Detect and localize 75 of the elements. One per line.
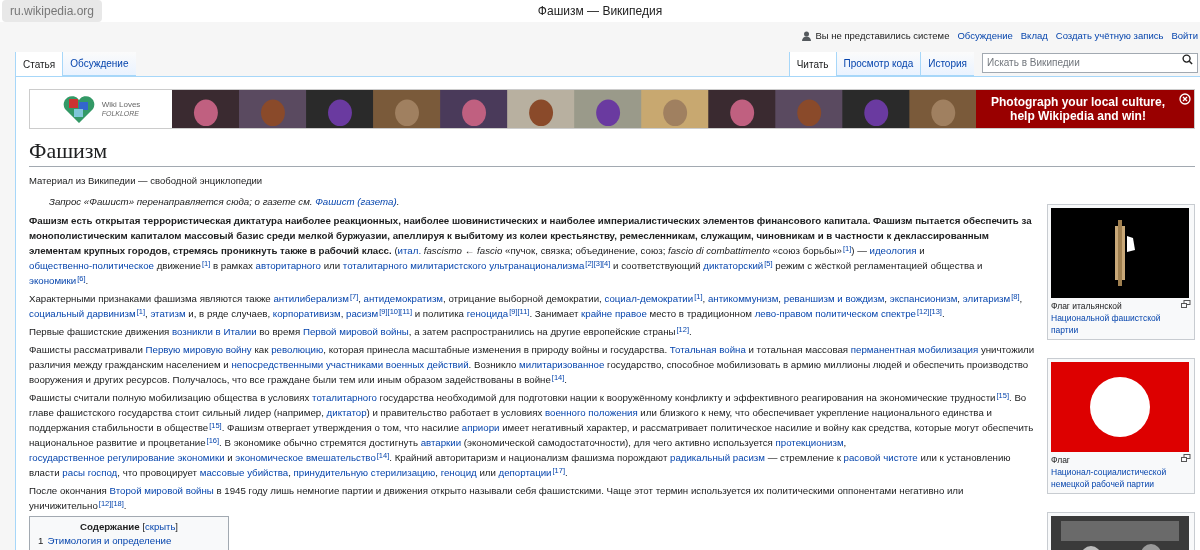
puzzle-heart-icon	[61, 94, 96, 124]
link[interactable]: диктаторский	[703, 260, 764, 272]
link[interactable]: крайне правое	[581, 308, 647, 320]
toc-number: 1	[38, 534, 44, 549]
window-title: Фашизм — Википедия	[537, 3, 663, 20]
link[interactable]: диктатор	[326, 407, 367, 419]
link[interactable]: социал-демократии	[604, 293, 694, 305]
address-bar[interactable]: ru.wikipedia.org	[2, 0, 103, 22]
paragraph: После окончания Второй мировой войны в 1945 году лишь немногие партии и движения открыто называли себя фашистскими. Чаще этот термин используется их политическими оппонентами негативно или уничижительно$^{[12][18]}$.	[29, 484, 965, 514]
link[interactable]: Национальной фашистской партии	[1051, 312, 1169, 337]
link[interactable]: перманентная мобилизация	[850, 344, 979, 356]
link[interactable]: военного положения	[545, 407, 638, 419]
link[interactable]: расовой чистоте	[843, 452, 918, 464]
toc-link[interactable]: Этимология и определение	[47, 534, 172, 549]
tab[interactable]: История	[920, 52, 974, 76]
page-heading: Фашизм	[29, 138, 1195, 167]
paragraph: Фашизм есть открытая террористическая диктатура наиболее реакционных, наиболее шовинистических и наиболее империалистических элементов финансового капитала. Фашизм пытается обеспечить за монополистическим капиталом массовый базис среди мелкой буржуазии, апеллируя к выбитому из колеи крестьянству, ремесленникам, служащим, чиновникам и в частности к деклассированным элементам крупных городов, стремясь проникнуть также в рабочий класс. (итал. fascismo ← fascio «пучок, связка; объединение, союз; fascio di combattimento «союз борьбы»$^{[1]}$) — идеология и общественно-политическое движение$^{[1]}$ в рамках авторитарного или тоталитарного милитаристского ультранационализма$^{[2][3][4]}$ и соответствующий диктаторский$^{[5]}$ режим с жёсткой регламентацией общества и экономики$^{[6]}$.	[29, 214, 1033, 289]
link[interactable]: радикальный расизм	[670, 452, 765, 464]
link[interactable]: тоталитарного милитаристского ультранационализма	[342, 260, 585, 272]
link[interactable]: расизм	[346, 308, 379, 320]
paragraph: Характерными признаками фашизма являются также антилиберализм$^{[7]}$, антидемократизм, отрицание выборной демократии, социал-демократии$^{[1]}$, антикоммунизм, реваншизм и вождизм, экспансионизм, элитаризм$^{[8]}$, социальный дарвинизм$^{[1]}$, этатизм и, в ряде случаев, корпоративизм, расизм$^{[9][10][11]}$ и политика геноцида$^{[9][11]}$. Занимает крайне правое место в традиционном лево-правом политическом спектре$^{[12][13]}$.	[29, 291, 1024, 322]
nav-link[interactable]: Войти	[1171, 28, 1198, 44]
image-caption: Флаг Национал-социалистической немецкой рабочей партии	[1051, 454, 1169, 491]
link[interactable]: авторитарного	[255, 260, 321, 272]
link[interactable]: антилиберализм	[273, 293, 349, 305]
link[interactable]: тоталитарного	[312, 392, 377, 404]
user-icon	[802, 31, 812, 41]
link[interactable]: протекционизм	[775, 437, 844, 449]
toc-toggle[interactable]: [скрыть]	[142, 521, 178, 533]
tab[interactable]: Просмотр кода	[835, 52, 921, 76]
link[interactable]: государственное регулирование экономики	[29, 452, 225, 464]
link[interactable]: этатизм	[150, 308, 186, 320]
link[interactable]: общественно-политическое	[29, 260, 154, 272]
link[interactable]: экономики	[29, 275, 77, 287]
link[interactable]: идеология	[869, 245, 917, 257]
link[interactable]: априори	[461, 422, 500, 434]
link[interactable]: Фашист (газета)	[315, 196, 397, 208]
link[interactable]: лево-правом политическом спектре	[754, 308, 916, 320]
link[interactable]: милитаризованное	[519, 359, 605, 371]
close-icon[interactable]	[1179, 93, 1191, 105]
search-icon[interactable]	[1182, 54, 1193, 65]
link[interactable]: элитаризм	[962, 293, 1011, 305]
link[interactable]: геноцида	[466, 308, 509, 320]
link[interactable]: Второй мировой войны	[109, 485, 214, 497]
enlarge-icon[interactable]	[1181, 300, 1191, 309]
image-caption: Флаг итальянской Национальной фашистской партии	[1051, 300, 1169, 337]
link[interactable]: Национал-социалистической немецкой рабочей партии	[1051, 466, 1169, 491]
tagline: Материал из Википедии — свободной энциклопедии	[29, 174, 264, 188]
nav-link[interactable]: Вклад	[1020, 28, 1048, 44]
link[interactable]: Первую мировую войну	[145, 344, 252, 356]
nav-link[interactable]: Обсуждение	[957, 28, 1013, 44]
link[interactable]: депортации	[498, 467, 552, 479]
tab[interactable]: Обсуждение	[62, 52, 136, 76]
enlarge-icon[interactable]	[1181, 454, 1191, 463]
hatnote: Запрос «Фашист» перенаправляется сюда; о газете см. Фашист (газета).	[48, 195, 401, 210]
link[interactable]: корпоративизм	[272, 308, 341, 320]
paragraph: Фашисты считали полную мобилизацию общества в условиях тоталитарного государства необходимой для подготовки нации к вооружённому конфликту и эффективного реагирования на экономические трудности$^{[15]}$. Во главе фашистского государства стоит сильный лидер (например, диктатор) и правительство работает в условиях военного положения или близкого к нему, что обеспечивает укрепление национального единства и поддержания стабильности в обществе$^{[15]}$. Фашизм отвергает утверждения о том, что насилие априори имеет негативный характер, и рассматривает политическое насилие и войну как средства, которые могут обеспечить национальное развитие и процветание$^{[16]}$. В экономике обычно стремятся достигнуть автаркии (экономической самодостаточности), для чего активно используется протекционизм, государственное регулирование экономики и экономическое вмешательство$^{[14]}$. Крайний авторитаризм и национализм фашизма порождают радикальный расизм — стремление к расовой чистоте или к установлению власти расы господ, что провоцирует массовые убийства, принудительную стерилизацию, геноцид или депортации$^{[17]}$.	[29, 390, 1035, 481]
paragraph: Фашисты рассматривали Первую мировую войну как революцию, которая принесла масштабные изменения в природу войны и государства. Тотальная война и тотальная массовая перманентная мобилизация уничтожили различия между гражданским населением и непосредственными участниками военных действий. Возникло милитаризованное государство, способное мобилизовать в армию миллионы людей и обеспечить производство вооружения и других ресурсов. Получалось, что все граждане были тем или иным образом задействованы в войне$^{[14]}$.	[29, 343, 1036, 388]
logo-text: Wiki Loves	[101, 100, 141, 109]
toc-title: Содержание	[80, 521, 140, 533]
link[interactable]: социальный дарвинизм	[29, 308, 136, 320]
tab[interactable]: Читать	[788, 52, 836, 76]
search-field[interactable]: Искать в Википедии	[982, 52, 1198, 73]
tab[interactable]: Статья	[15, 52, 63, 76]
nav-link[interactable]: Создать учётную запись	[1055, 28, 1164, 44]
link[interactable]: возникли в Италии	[172, 326, 257, 338]
link[interactable]: экономическое вмешательство	[235, 452, 376, 464]
link[interactable]: Первой мировой войны	[302, 326, 409, 338]
paragraph: Первые фашистские движения возникли в Италии во время Первой мировой войны, а затем распространились на другие европейские страны$^{[12]}$.	[29, 324, 693, 340]
banner-message: Photograph your local culture, help Wikipedia and win!	[990, 95, 1166, 123]
link[interactable]: автаркии	[420, 437, 462, 449]
link[interactable]: непосредственными участниками военных действий	[231, 359, 469, 371]
link[interactable]: геноцид	[440, 467, 477, 479]
link[interactable]: Тотальная война	[669, 344, 746, 356]
login-status: Вы не представились системе	[815, 28, 950, 43]
